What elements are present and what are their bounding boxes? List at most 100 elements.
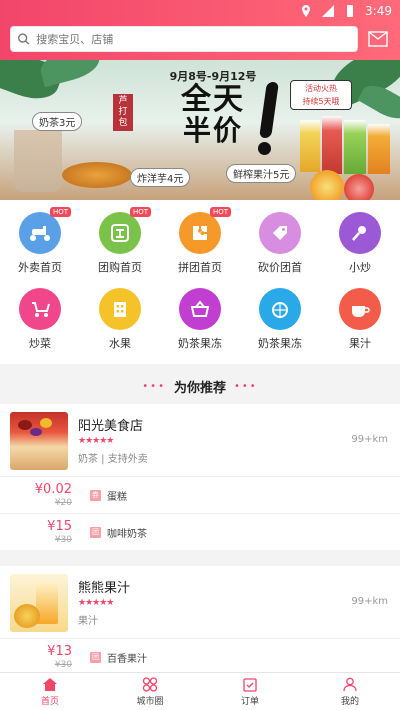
recommend-dots-right: •••	[234, 380, 258, 392]
recommend-dots-left: •••	[142, 380, 166, 392]
store-card[interactable]: 阳光美食店 ★★★★★ 奶茶 | 支持外卖 99+km ¥0.02 ¥20 券 …	[0, 404, 400, 550]
deal-price: ¥0.02	[34, 482, 72, 497]
category-milk-tea-jelly-2[interactable]: 奶茶果冻	[240, 288, 320, 351]
category-takeout-home[interactable]: HOT 外卖首页	[0, 207, 80, 275]
message-button[interactable]	[366, 27, 390, 51]
deal-original-price: ¥20	[54, 498, 72, 508]
store-thumbnail	[10, 412, 68, 470]
location-icon	[302, 5, 311, 17]
microphone-icon	[339, 212, 381, 254]
category-label: 奶茶果冻	[258, 337, 302, 350]
juice-image	[368, 124, 390, 174]
orange-icon	[259, 288, 301, 330]
category-milk-tea-jelly-1[interactable]: 奶茶果冻	[160, 288, 240, 351]
voucher-tag: 券	[90, 489, 101, 501]
stroller-icon	[19, 288, 61, 330]
fries-price-tag: 炸洋芋4元	[130, 168, 191, 187]
recommend-header: ••• 为你推荐 •••	[0, 368, 400, 404]
store-rating: ★★★★★	[78, 436, 114, 446]
category-label: 水果	[109, 337, 131, 350]
nav-label: 我的	[340, 696, 359, 707]
event-line-1: 活动火热	[305, 84, 337, 93]
store-name: 阳光美食店	[78, 419, 144, 434]
category-label: 拼团首页	[178, 261, 222, 274]
category-stir-dishes[interactable]: 炒菜	[0, 288, 80, 351]
tag-icon	[259, 212, 301, 254]
status-time: 3:49	[365, 4, 392, 18]
nav-orders[interactable]: 订单	[200, 673, 300, 710]
deal-original-price: ¥30	[54, 660, 72, 670]
recommend-title: 为你推荐	[173, 380, 226, 396]
deal-name: 蛋糕	[107, 491, 127, 503]
battery-icon	[347, 5, 354, 17]
cup-icon	[339, 288, 381, 330]
deal-row[interactable]: ¥15 ¥30 团 咖啡奶茶	[0, 513, 400, 550]
group-buy-tag: 团	[90, 651, 101, 663]
deal-name: 咖啡奶茶	[107, 528, 147, 540]
category-team-buy-home[interactable]: HOT 拼团首页	[160, 207, 240, 275]
deal-row[interactable]: ¥0.02 ¥20 券 蛋糕	[0, 476, 400, 513]
store-card[interactable]: 熊熊果汁 ★★★★★ 果汁 99+km ¥13 ¥30 团 百香果汁	[0, 566, 400, 675]
category-grid: HOT 外卖首页 HOT 团购首页 HOT 拼团首页 砍价团首 小炒 炒菜 水果…	[0, 200, 400, 364]
hot-badge: HOT	[129, 207, 151, 217]
event-line-2: 持续5天哦	[302, 97, 340, 106]
deal-original-price: ¥30	[54, 535, 72, 545]
hot-badge: HOT	[49, 207, 71, 217]
mail-icon	[368, 31, 388, 47]
exclamation-dot	[258, 142, 271, 155]
fries-image	[62, 162, 132, 188]
scooter-icon: HOT	[19, 207, 71, 254]
nav-profile[interactable]: 我的	[300, 673, 400, 710]
deal-price: ¥15	[47, 519, 72, 534]
orange-slice-image	[310, 170, 344, 200]
category-label: 炒菜	[29, 337, 51, 350]
deal-row[interactable]: ¥13 ¥30 团 百香果汁	[0, 638, 400, 675]
basket-icon	[179, 288, 221, 330]
juice-image	[344, 120, 366, 174]
home-icon	[43, 677, 57, 691]
store-rating: ★★★★★	[78, 598, 114, 608]
category-label: 小炒	[349, 261, 371, 274]
search-icon	[17, 33, 30, 45]
grapefruit-image	[344, 174, 374, 200]
store-distance: 99+km	[351, 434, 388, 445]
store-name: 熊熊果汁	[78, 581, 131, 596]
store-description: 果汁	[78, 616, 98, 627]
search-input[interactable]	[36, 32, 357, 46]
category-label: 砍价团首	[258, 261, 302, 274]
category-label: 果汁	[349, 337, 371, 350]
category-label: 奶茶果冻	[178, 337, 222, 350]
deal-price: ¥13	[47, 644, 72, 659]
category-fruit[interactable]: 水果	[80, 288, 160, 351]
user-icon	[343, 677, 357, 691]
deal-name: 百香果汁	[107, 653, 147, 665]
juice-image	[322, 116, 342, 174]
category-bargain[interactable]: 砍价团首	[240, 212, 320, 275]
nav-label: 订单	[240, 696, 259, 707]
category-label: 团购首页	[98, 261, 142, 274]
order-icon	[243, 677, 257, 692]
search-bar[interactable]	[10, 26, 358, 52]
nav-label: 首页	[40, 696, 59, 707]
bottom-nav: 首页 城市圈 订单 我的	[0, 672, 400, 710]
juice-image	[300, 120, 320, 172]
grid-icon	[142, 676, 158, 692]
hot-badge: HOT	[209, 207, 231, 217]
status-bar: 3:49	[0, 0, 400, 22]
store-distance: 99+km	[351, 596, 388, 607]
category-juice[interactable]: 果汁	[320, 288, 400, 351]
juice-price-tag: 鲜榨果汁5元	[226, 164, 297, 183]
puzzle-icon: HOT	[179, 207, 231, 254]
nav-home[interactable]: 首页	[0, 673, 100, 710]
store-description: 奶茶 | 支持外卖	[78, 454, 148, 465]
promo-banner[interactable]: 奶茶3元 炸洋芋4元 芦打包 9月8号-9月12号 全天 半价 活动火热 持续5…	[0, 60, 400, 200]
category-group-buy-home[interactable]: HOT 团购首页	[80, 207, 160, 275]
group-buy-tag: 团	[90, 526, 101, 538]
category-stir-fry[interactable]: 小炒	[320, 212, 400, 275]
milk-tea-image	[14, 130, 62, 192]
nav-city-circle[interactable]: 城市圈	[100, 673, 200, 710]
category-label: 外卖首页	[18, 261, 62, 274]
promo-badge: 芦打包	[113, 94, 133, 131]
signal-icon	[322, 5, 335, 17]
app-header: 3:49	[0, 0, 400, 60]
